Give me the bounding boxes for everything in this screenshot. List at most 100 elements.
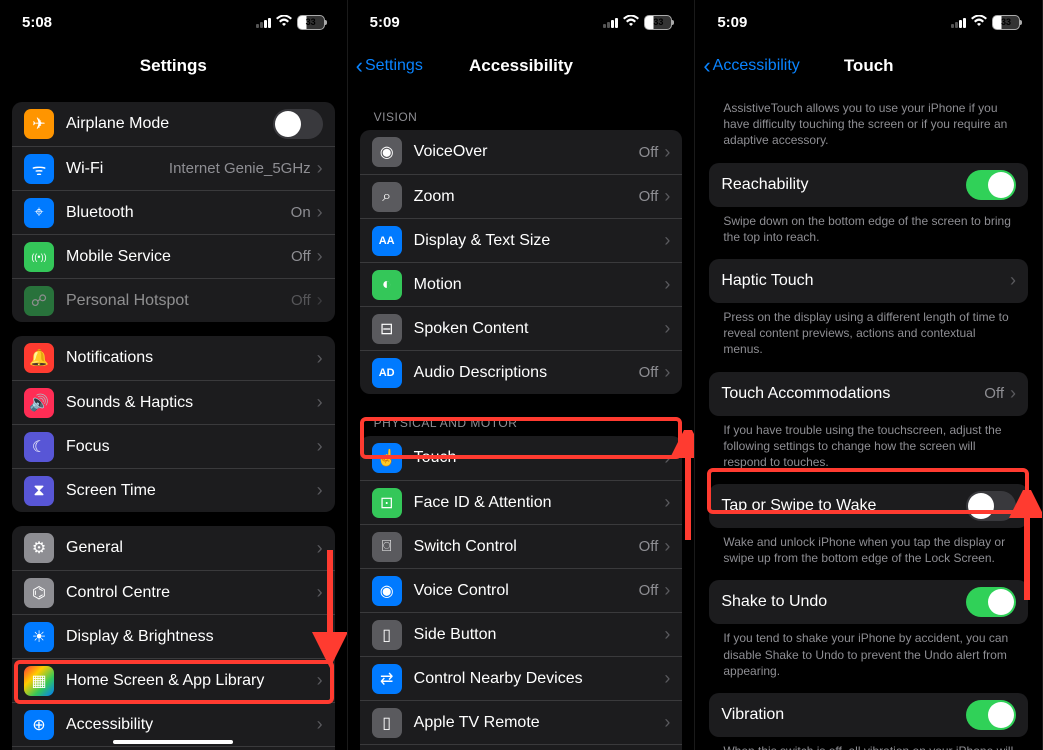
- row-touch[interactable]: ☝Touch›: [360, 436, 683, 480]
- row-label: Accessibility: [66, 716, 317, 734]
- row-label: General: [66, 539, 317, 557]
- chevron-right-icon: ›: [317, 480, 323, 501]
- row-mobile-service[interactable]: ((•))Mobile ServiceOff›: [12, 234, 335, 278]
- nav-bar: ‹ Settings Accessibility: [348, 44, 695, 88]
- row-switch-control[interactable]: ⌼Switch ControlOff›: [360, 524, 683, 568]
- status-time: 5:09: [370, 14, 450, 31]
- row-label: Notifications: [66, 349, 317, 367]
- section-header-vision: VISION: [360, 88, 683, 130]
- screen-touch: 5:09 33 ‹ Accessibility Touch AssistiveT…: [695, 0, 1043, 750]
- faceid-icon: ⊡: [372, 488, 402, 518]
- row-focus[interactable]: ☾Focus›: [12, 424, 335, 468]
- chevron-right-icon: ›: [317, 392, 323, 413]
- row-zoom[interactable]: ⌕ZoomOff›: [360, 174, 683, 218]
- row-label: Tap or Swipe to Wake: [721, 497, 966, 515]
- chevron-right-icon: ›: [664, 362, 670, 383]
- row-audio-descriptions[interactable]: ADAudio DescriptionsOff›: [360, 350, 683, 394]
- chevron-left-icon: ‹: [703, 55, 710, 77]
- toggle[interactable]: [273, 109, 323, 139]
- row-label: Touch Accommodations: [721, 385, 984, 403]
- row-haptic-touch[interactable]: Haptic Touch ›: [709, 259, 1028, 303]
- chevron-right-icon: ›: [317, 626, 323, 647]
- row-display-text-size[interactable]: AADisplay & Text Size›: [360, 218, 683, 262]
- page-title: Touch: [844, 56, 894, 76]
- row-label: Control Centre: [66, 584, 317, 602]
- chevron-right-icon: ›: [664, 580, 670, 601]
- row-control-centre[interactable]: ⌬Control Centre›: [12, 570, 335, 614]
- row-personal-hotspot[interactable]: ☍Personal HotspotOff›: [12, 278, 335, 322]
- motion-icon: ◐: [372, 270, 402, 300]
- status-bar: 5:09 33: [695, 0, 1042, 44]
- row-label: Bluetooth: [66, 204, 291, 222]
- row-tap-swipe-wake[interactable]: Tap or Swipe to Wake: [709, 484, 1028, 528]
- row-control-nearby-devices[interactable]: ⇄Control Nearby Devices›: [360, 656, 683, 700]
- row-general[interactable]: ⚙General›: [12, 526, 335, 570]
- row-label: Voice Control: [414, 582, 639, 600]
- touch-icon: ☝: [372, 443, 402, 473]
- wifi-icon: ᯤ: [24, 154, 54, 184]
- row-label: Zoom: [414, 188, 639, 206]
- chevron-left-icon: ‹: [356, 55, 363, 77]
- row-keyboards[interactable]: ⌨Keyboards›: [360, 744, 683, 750]
- voicecontrol-icon: ◉: [372, 576, 402, 606]
- row-notifications[interactable]: 🔔Notifications›: [12, 336, 335, 380]
- row-home-screen-app-library[interactable]: ▦Home Screen & App Library›: [12, 658, 335, 702]
- row-side-button[interactable]: ▯Side Button›: [360, 612, 683, 656]
- nav-bar: ‹ Accessibility Touch: [695, 44, 1042, 88]
- row-screen-time[interactable]: ⧗Screen Time›: [12, 468, 335, 512]
- cellular-signal-icon: [256, 17, 271, 28]
- row-voiceover[interactable]: ◉VoiceOverOff›: [360, 130, 683, 174]
- antenna-icon: ((•)): [24, 242, 54, 272]
- row-label: Sounds & Haptics: [66, 394, 317, 412]
- toggle-tap-swipe-wake[interactable]: [966, 491, 1016, 521]
- row-display-brightness[interactable]: ☀Display & Brightness›: [12, 614, 335, 658]
- switchcontrol-icon: ⌼: [372, 532, 402, 562]
- airplane-icon: ✈︎: [24, 109, 54, 139]
- row-vibration[interactable]: Vibration: [709, 693, 1028, 737]
- section-header-physical: PHYSICAL AND MOTOR: [360, 394, 683, 436]
- nav-bar: Settings: [0, 44, 347, 88]
- row-label: Haptic Touch: [721, 272, 1010, 290]
- accessibility-icon: ⊕: [24, 710, 54, 740]
- row-wallpaper[interactable]: ❀Wallpaper›: [12, 746, 335, 750]
- row-bluetooth[interactable]: ⌖BluetoothOn›: [12, 190, 335, 234]
- row-label: Mobile Service: [66, 248, 291, 266]
- row-spoken-content[interactable]: ⊟Spoken Content›: [360, 306, 683, 350]
- status-bar: 5:08 33: [0, 0, 347, 44]
- status-bar: 5:09 33: [348, 0, 695, 44]
- row-label: Airplane Mode: [66, 115, 273, 133]
- chevron-right-icon: ›: [317, 202, 323, 223]
- back-button[interactable]: ‹ Settings: [356, 44, 423, 88]
- row-label: Apple TV Remote: [414, 714, 665, 732]
- row-label: Home Screen & App Library: [66, 672, 317, 690]
- chevron-right-icon: ›: [664, 624, 670, 645]
- status-time: 5:09: [717, 14, 797, 31]
- haptic-footer: Press on the display using a different l…: [709, 303, 1028, 358]
- bell-icon: 🔔: [24, 343, 54, 373]
- row-wi-fi[interactable]: ᯤWi-FiInternet Genie_5GHz›: [12, 146, 335, 190]
- row-shake-undo[interactable]: Shake to Undo: [709, 580, 1028, 624]
- row-face-id-attention[interactable]: ⊡Face ID & Attention›: [360, 480, 683, 524]
- toggle-vibration[interactable]: [966, 700, 1016, 730]
- toggle-reachability[interactable]: [966, 170, 1016, 200]
- row-apple-tv-remote[interactable]: ▯Apple TV Remote›: [360, 700, 683, 744]
- row-touch-accommodations[interactable]: Touch Accommodations Off ›: [709, 372, 1028, 416]
- row-airplane-mode[interactable]: ✈︎ Airplane Mode: [12, 102, 335, 146]
- row-voice-control[interactable]: ◉Voice ControlOff›: [360, 568, 683, 612]
- wifi-icon: [276, 14, 292, 30]
- back-label: Settings: [365, 57, 423, 75]
- grid-icon: ▦: [24, 666, 54, 696]
- row-value: Off: [639, 144, 659, 161]
- row-value: Off: [639, 364, 659, 381]
- textsize-icon: AA: [372, 226, 402, 256]
- back-button[interactable]: ‹ Accessibility: [703, 44, 799, 88]
- nearby-icon: ⇄: [372, 664, 402, 694]
- row-label: Side Button: [414, 626, 665, 644]
- chevron-right-icon: ›: [317, 246, 323, 267]
- row-reachability[interactable]: Reachability: [709, 163, 1028, 207]
- row-motion[interactable]: ◐Motion›: [360, 262, 683, 306]
- home-indicator[interactable]: [113, 740, 233, 744]
- toggle-shake-undo[interactable]: [966, 587, 1016, 617]
- wifi-icon: [971, 14, 987, 30]
- row-sounds-haptics[interactable]: 🔊Sounds & Haptics›: [12, 380, 335, 424]
